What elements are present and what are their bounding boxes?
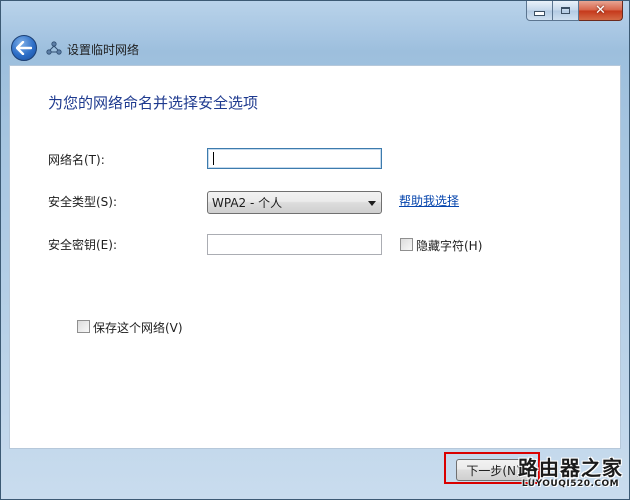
security-type-value: WPA2 - 个人 [212,196,283,210]
close-button[interactable]: ✕ [579,1,623,21]
close-icon: ✕ [595,3,606,18]
network-icon [46,41,62,55]
watermark-url: LUYOUQI520.COM [521,479,620,489]
security-key-input[interactable] [207,234,382,255]
save-network-label: 保存这个网络(V) [93,321,183,335]
watermark-title: 路由器之家 [518,456,623,480]
caption-buttons: ✕ [526,1,623,21]
wizard-title: 设置临时网络 [67,43,140,57]
maximize-button[interactable] [553,1,579,21]
hide-characters-label: 隐藏字符(H) [416,239,483,253]
wizard-footer: 下一步(N) 路由器之家 LUYOUQI520.COM [1,449,629,499]
network-name-label: 网络名(T): [48,153,105,167]
hide-characters-checkbox[interactable] [400,238,413,251]
minimize-button[interactable] [526,1,553,21]
back-arrow-icon [16,41,32,55]
title-bar[interactable]: ✕ [1,1,629,31]
minimize-icon [534,11,545,16]
security-type-label: 安全类型(S): [48,195,118,209]
security-key-label: 安全密钥(E): [48,238,117,252]
help-me-choose-link[interactable]: 帮助我选择 [399,192,459,209]
wizard-nav-bar: 设置临时网络 [1,31,629,65]
wizard-window: ✕ 设置临时网络 为您的网络命名并选择安全选项 网络名(T): 安全类型(S):… [0,0,630,500]
page-heading: 为您的网络命名并选择安全选项 [48,94,259,112]
maximize-icon [561,7,570,14]
text-caret [213,152,214,165]
save-network-checkbox[interactable] [77,320,90,333]
watermark: 路由器之家 LUYOUQI520.COM [518,457,623,490]
chevron-down-icon [368,201,376,206]
wizard-content: 为您的网络命名并选择安全选项 网络名(T): 安全类型(S): WPA2 - 个… [9,65,621,449]
security-type-select[interactable]: WPA2 - 个人 [207,191,382,214]
back-button[interactable] [11,35,37,61]
network-name-input[interactable] [207,148,382,169]
